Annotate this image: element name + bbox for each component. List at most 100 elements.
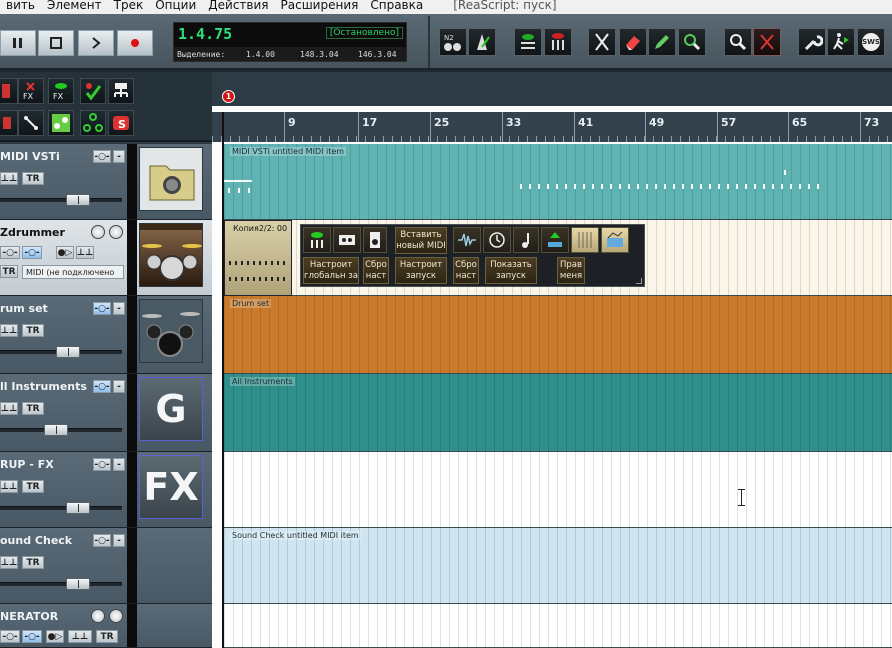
menu-help[interactable]: Справка (364, 0, 429, 12)
metronome-setup-button[interactable]: N2 (439, 28, 467, 56)
trim-button[interactable]: TR (22, 402, 44, 415)
actions-button[interactable] (827, 28, 855, 56)
node-tree-button[interactable] (80, 110, 106, 136)
lane-midi-vsti[interactable]: MIDI VSTi untitled MIDI item (224, 144, 892, 220)
midi-input-select[interactable]: MIDI (не подключено (22, 265, 124, 279)
volume-fader[interactable] (0, 346, 122, 358)
trim-button[interactable]: TR (22, 480, 44, 493)
lane-drum-set[interactable]: Drum set (224, 296, 892, 374)
track-midi-vsti[interactable]: MIDI VSTi -○- - ⊥⊥ TR (0, 144, 212, 220)
envelope-button[interactable]: ⊥⊥ (0, 324, 18, 337)
item-label[interactable]: Копия2/2: 00 (231, 224, 289, 233)
zoom-button[interactable] (678, 28, 706, 56)
trim-button[interactable]: TR (0, 265, 18, 278)
mute-speaker-button[interactable] (109, 609, 123, 623)
insert-midi-button[interactable]: Вставить новый MIDI (395, 227, 447, 254)
record-arm-button[interactable] (91, 609, 105, 623)
tape-button[interactable] (333, 227, 361, 253)
track-icon-drumset[interactable] (139, 299, 203, 363)
sws-button[interactable]: SWS (857, 28, 885, 56)
track-group-fx[interactable]: RUP - FX -○- - ⊥⊥ TR FX (0, 452, 212, 528)
edit-cursor[interactable] (222, 112, 224, 648)
lane-all-instruments[interactable]: All Instruments (224, 374, 892, 452)
menu-edit[interactable]: вить (0, 0, 41, 12)
speaker-button[interactable] (363, 227, 387, 253)
record-button[interactable] (117, 30, 153, 56)
track-name[interactable]: MIDI VSTi (0, 150, 60, 163)
track-menu-button[interactable]: - (113, 380, 125, 393)
arrange-view[interactable]: 1 9 17 25 33 41 49 57 65 73 MIDI VSTi un… (212, 72, 892, 648)
menu-actions[interactable]: Действия (202, 0, 274, 12)
tcp-tool-6[interactable] (0, 110, 18, 136)
io-button[interactable]: -○- (93, 458, 111, 471)
volume-fader[interactable] (0, 424, 122, 436)
mute-speaker-button[interactable] (109, 225, 123, 239)
waveform-button[interactable] (453, 227, 481, 253)
edit-menu-button[interactable]: Прав меня (557, 257, 585, 284)
track-generator[interactable]: NERATOR -○- -○- ●▷ ⊥⊥ TR (0, 604, 212, 648)
reset-settings-button[interactable]: Сбро наст (363, 257, 389, 284)
mixer-fader-button[interactable] (541, 227, 569, 253)
envelope-button[interactable]: ⊥⊥ (0, 556, 18, 569)
track-name[interactable]: ll Instruments (0, 380, 87, 393)
track-name[interactable]: NERATOR (0, 610, 58, 623)
ripple-edit-button[interactable] (753, 28, 781, 56)
item-label[interactable]: Sound Check untitled MIDI item (230, 531, 361, 540)
menu-item[interactable]: Элемент (41, 0, 108, 12)
track-view-button[interactable] (514, 28, 542, 56)
metronome-button[interactable] (468, 28, 496, 56)
menu-options[interactable]: Опции (149, 0, 202, 12)
lane-group-fx[interactable] (224, 452, 892, 528)
show-action-launch-button[interactable]: Показать запуск экш (485, 257, 537, 284)
resize-grip[interactable] (636, 278, 642, 284)
pencil-button[interactable] (648, 28, 676, 56)
volume-fader[interactable] (0, 194, 122, 206)
item-label[interactable]: Drum set (230, 299, 272, 308)
fx-show-button[interactable]: FX (48, 78, 74, 104)
timeline-ruler[interactable]: 9 17 25 33 41 49 57 65 73 (212, 112, 892, 142)
track-name[interactable]: Zdrummer (0, 226, 65, 239)
track-menu-button[interactable]: - (113, 302, 125, 315)
envelope-button[interactable]: ⊥⊥ (0, 172, 18, 185)
fader-knob[interactable] (66, 578, 90, 590)
tcp-tool-1[interactable] (0, 78, 18, 104)
pause-button[interactable] (0, 30, 36, 56)
trim-button[interactable]: TR (22, 324, 44, 337)
fx-chain-button[interactable]: -○- (22, 246, 42, 259)
envelope-view-button[interactable] (601, 227, 629, 253)
routing-button[interactable] (18, 110, 44, 136)
menu-track[interactable]: Трек (108, 0, 150, 12)
track-menu-button[interactable]: - (113, 458, 125, 471)
record-arm-button[interactable] (91, 225, 105, 239)
phase-button[interactable]: ⊥⊥ (68, 630, 92, 643)
fader-knob[interactable] (66, 194, 90, 206)
fader-knob[interactable] (56, 346, 80, 358)
marker-bar[interactable]: 1 (212, 72, 892, 106)
item-label[interactable]: All Instruments (230, 377, 295, 386)
envelope-button[interactable]: -○- (0, 630, 20, 643)
track-icon-drumkit[interactable] (139, 223, 203, 287)
mixer-view-button[interactable] (544, 28, 572, 56)
folder-tree-button[interactable] (108, 78, 134, 104)
trim-button[interactable]: TR (22, 556, 44, 569)
lane-sound-check[interactable]: Sound Check untitled MIDI item (224, 528, 892, 604)
track-drum-set[interactable]: rum set -○- - ⊥⊥ TR (0, 296, 212, 374)
item-label[interactable]: MIDI VSTi untitled MIDI item (230, 147, 347, 156)
record-check-button[interactable] (80, 78, 106, 104)
phase-button[interactable]: ⊥⊥ (76, 246, 94, 259)
solo-button[interactable]: S (108, 110, 134, 136)
monitor-button[interactable]: ●▷ (46, 630, 64, 643)
selection-start[interactable]: 1.4.00 (246, 50, 275, 59)
envelope-button[interactable]: ⊥⊥ (0, 402, 18, 415)
track-name[interactable]: RUP - FX (0, 458, 54, 471)
monitor-button[interactable]: ●▷ (56, 246, 74, 259)
split-button[interactable] (588, 28, 616, 56)
trim-button[interactable]: TR (96, 630, 118, 643)
preferences-button[interactable] (798, 28, 826, 56)
reset-settings-button-2[interactable]: Сбро наст (453, 257, 479, 284)
io-button[interactable]: -○- (93, 302, 111, 315)
menu-extensions[interactable]: Расширения (275, 0, 365, 12)
track-menu-button[interactable]: - (113, 150, 125, 163)
grid-button[interactable] (571, 227, 599, 253)
io-button[interactable]: -○- (93, 534, 111, 547)
